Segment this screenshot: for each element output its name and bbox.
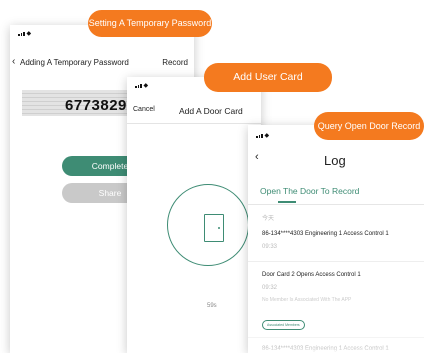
fade-overlay (127, 319, 261, 353)
divider (127, 123, 261, 124)
associated-members-tag[interactable]: Associated Members (262, 320, 305, 330)
password-value: 67738299 (65, 97, 136, 114)
page-title: Log (324, 153, 346, 168)
record-link[interactable]: Record (162, 58, 188, 67)
divider (248, 337, 424, 338)
log-entry-note: No Member Is Associated With The APP (262, 297, 352, 303)
caption-pill-card: Add User Card (204, 63, 332, 92)
signal-icon (256, 134, 263, 138)
caption-pill-password: Setting A Temporary Password (88, 10, 212, 37)
wifi-icon: ◆ (26, 31, 32, 37)
chevron-left-icon[interactable]: ‹ (255, 151, 259, 163)
date-header: 今天 (262, 216, 275, 222)
signal-icon (18, 32, 25, 36)
phone-screen-add-card: ◆ Cancel Add A Door Card 59s (127, 77, 261, 353)
log-entry-title: Door Card 2 Opens Access Control 1 (262, 272, 361, 278)
log-entry-time: 09:32 (262, 285, 278, 291)
page-title: Adding A Temporary Password (20, 58, 129, 67)
nav-bar: ‹ Adding A Temporary Password Record (10, 56, 194, 71)
status-bar: ◆ (18, 31, 31, 37)
log-entry-title: 86-134****4303 Engineering 1 Access Cont… (262, 231, 389, 237)
log-entry-title: 86-134****4303 Engineering 1 Access Cont… (262, 346, 389, 352)
status-bar: ◆ (256, 133, 269, 139)
divider (248, 261, 424, 262)
page-title: Add A Door Card (179, 106, 243, 116)
countdown-timer: 59s (207, 303, 217, 309)
tab-open-door-record[interactable]: Open The Door To Record (260, 186, 359, 196)
status-bar: ◆ (135, 83, 148, 89)
log-entry-time: 09:33 (262, 244, 278, 250)
caption-pill-log: Query Open Door Record (314, 112, 424, 140)
signal-icon (135, 84, 142, 88)
cancel-link[interactable]: Cancel (133, 106, 155, 113)
wifi-icon: ◆ (264, 133, 270, 139)
chevron-left-icon[interactable]: ‹ (12, 56, 15, 67)
wifi-icon: ◆ (143, 83, 149, 89)
divider (248, 204, 424, 205)
door-icon (204, 214, 224, 242)
phone-screen-log: ◆ ‹ Log Open The Door To Record 今天 86-13… (248, 125, 424, 353)
tab-indicator (278, 201, 296, 203)
